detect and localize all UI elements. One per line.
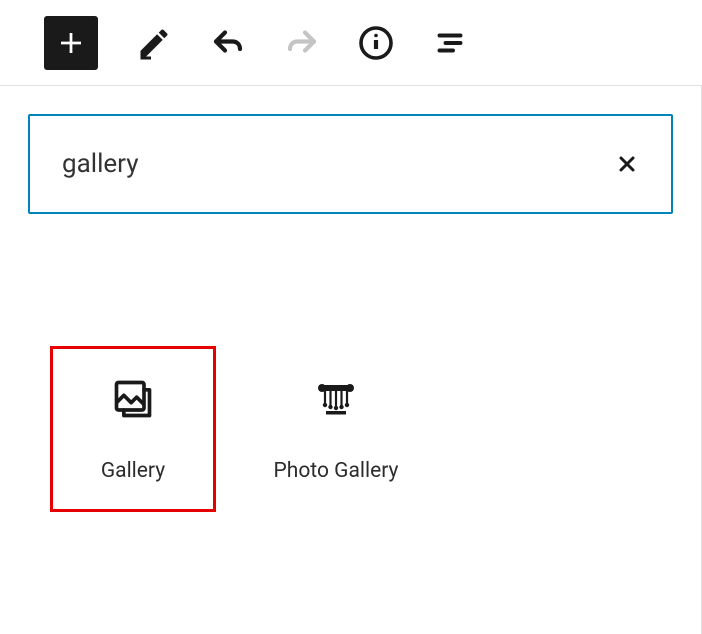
block-card-gallery[interactable]: Gallery (50, 346, 216, 512)
plus-icon (56, 28, 86, 58)
add-block-button[interactable] (44, 16, 98, 70)
outline-icon (432, 25, 468, 61)
redo-icon (284, 25, 320, 61)
gallery-icon (109, 375, 157, 423)
close-icon (615, 152, 639, 176)
info-button[interactable] (358, 25, 394, 61)
undo-button[interactable] (210, 25, 246, 61)
search-container (28, 114, 673, 214)
edit-button[interactable] (136, 25, 172, 61)
block-label: Photo Gallery (274, 459, 399, 483)
editor-toolbar (0, 0, 702, 85)
block-inserter-panel: Gallery (0, 86, 702, 634)
block-card-photo-gallery[interactable]: Photo Gallery (236, 346, 436, 512)
block-label: Gallery (101, 459, 165, 483)
clear-search-button[interactable] (611, 148, 643, 180)
undo-icon (210, 25, 246, 61)
redo-button[interactable] (284, 25, 320, 61)
info-icon (358, 25, 394, 61)
search-input[interactable] (62, 149, 611, 179)
outline-button[interactable] (432, 25, 468, 61)
pencil-icon (136, 25, 172, 61)
block-results: Gallery (28, 346, 673, 512)
photo-gallery-icon (312, 375, 360, 423)
